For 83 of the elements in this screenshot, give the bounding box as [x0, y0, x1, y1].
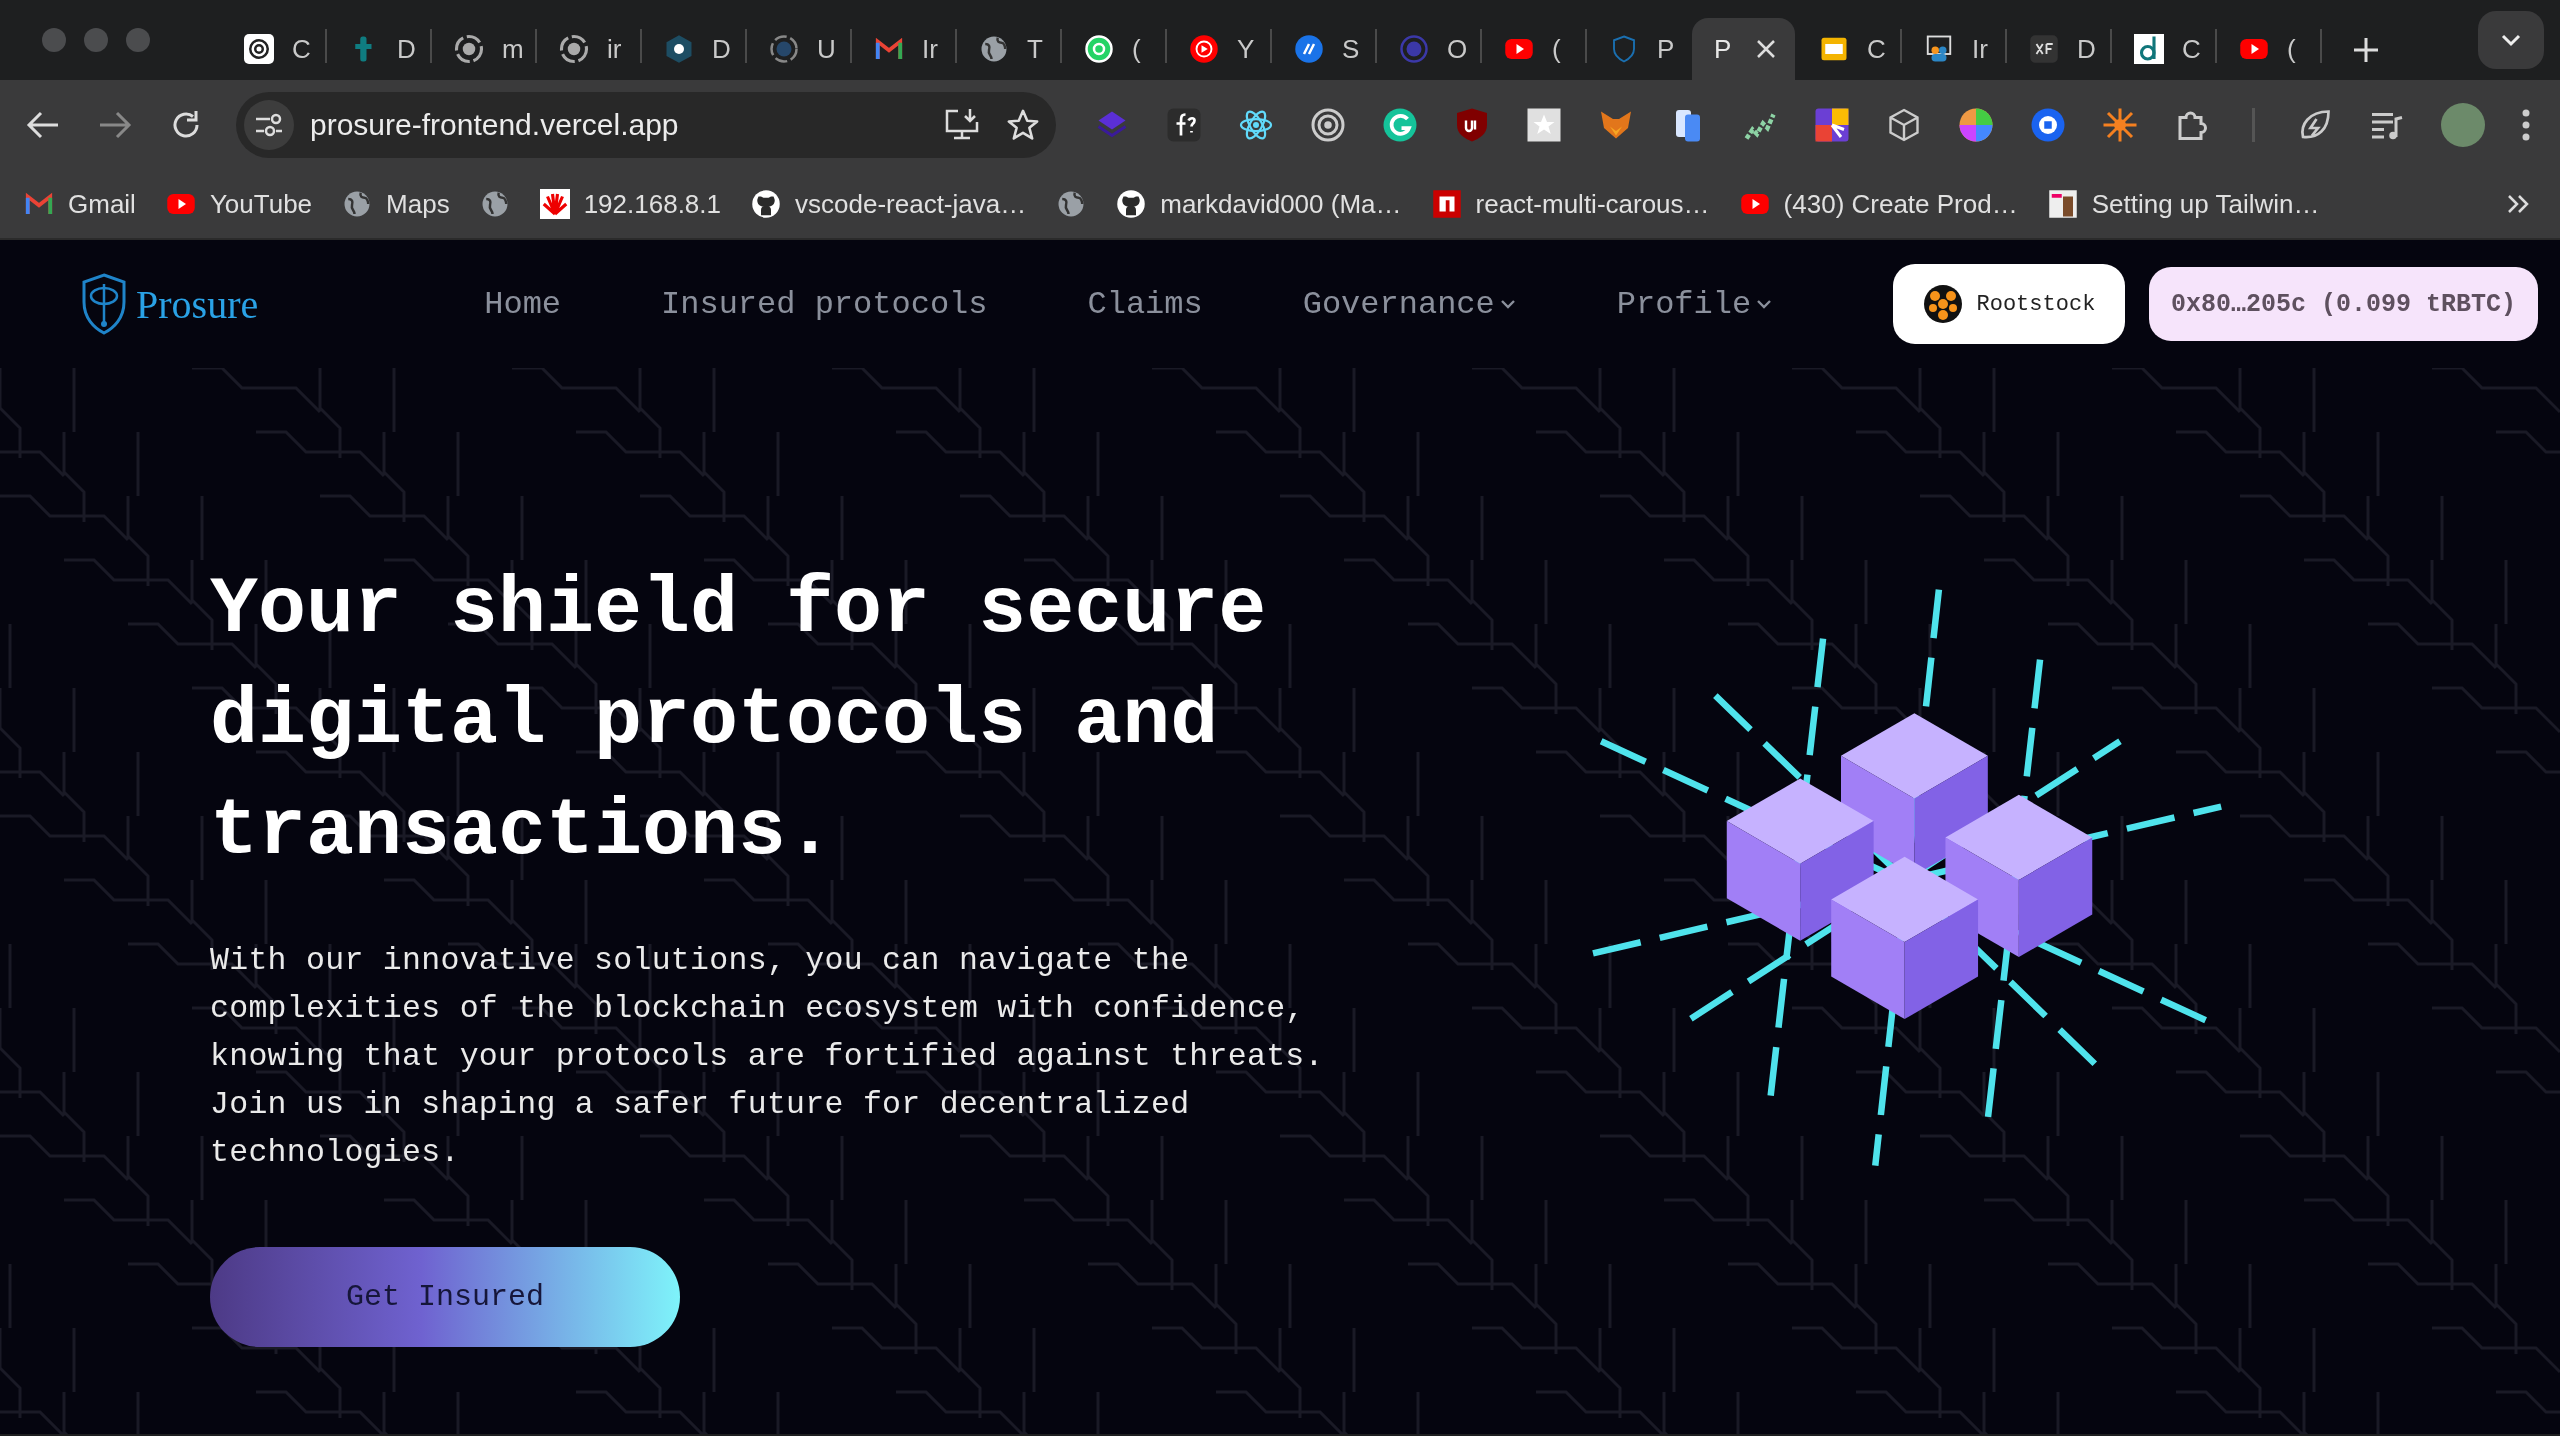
browser-tab[interactable]: C — [1797, 18, 1900, 80]
nav-link[interactable]: Profile — [1616, 285, 1774, 323]
dotted-circle-icon — [1922, 284, 1963, 324]
bookmark[interactable]: Setting up Tailwin… — [2047, 188, 2320, 220]
shield-icon[interactable] — [1454, 107, 1490, 143]
bookmark[interactable]: YouTube — [165, 188, 313, 220]
more-icon[interactable] — [2521, 108, 2531, 142]
browser-tab[interactable]: U — [747, 18, 850, 80]
wallet-button[interactable]: 0x80…205c (0.099 tRBTC) — [2148, 267, 2538, 341]
bookmark[interactable]: Maps — [342, 188, 450, 220]
browser-tab[interactable]: m — [432, 18, 535, 80]
github-icon — [454, 34, 484, 64]
nav-link[interactable]: Home — [484, 285, 562, 323]
browser-tab[interactable]: ( — [1062, 18, 1165, 80]
browser-tab[interactable]: D — [327, 18, 430, 80]
stop-circle-icon[interactable] — [2030, 107, 2066, 143]
ring-icon — [769, 34, 799, 64]
network-button[interactable]: Rootstock — [1892, 264, 2125, 344]
browser-tab[interactable]: ( — [1482, 18, 1585, 80]
install-icon[interactable] — [944, 108, 980, 142]
cube-icon[interactable] — [1886, 107, 1922, 143]
bookmark[interactable]: (430) Create Prod… — [1739, 188, 2018, 220]
starburst-icon[interactable] — [2102, 107, 2138, 143]
hero-description: With our innovative solutions, you can navigate the complexities of the blockchain ecosystem with confidence, knowing that your protocols are fortified against threats. Join us in shaping a safer future for decentralized technologies. — [210, 942, 1325, 1172]
bookmark[interactable]: react-multi-carous… — [1431, 188, 1710, 220]
shield-icon — [80, 272, 128, 336]
caret-icon — [1498, 298, 1517, 310]
target-icon[interactable] — [1310, 107, 1346, 143]
nav-link[interactable]: Governance — [1302, 285, 1517, 323]
color-wheel-icon[interactable] — [1958, 107, 1994, 143]
bookmark[interactable]: vscode-react-java… — [751, 188, 1027, 220]
browser-tab[interactable]: P — [1692, 18, 1795, 80]
function-icon[interactable] — [1166, 107, 1202, 143]
browser-tab[interactable]: Ir — [852, 18, 955, 80]
petal-logo-icon — [539, 189, 570, 219]
thumbnail-icon — [2047, 189, 2078, 219]
slash-circle-icon — [1294, 34, 1324, 64]
bookmark[interactable]: 192.168.8.1 — [539, 188, 721, 220]
flower-logo-icon — [244, 34, 274, 64]
sliders-icon[interactable] — [254, 112, 284, 138]
github-icon — [751, 189, 781, 219]
get-insured-button[interactable]: Get Insured — [210, 1247, 680, 1347]
star-icon[interactable] — [1006, 108, 1040, 142]
logo[interactable]: Prosure — [80, 272, 259, 336]
browser-tab[interactable]: O — [1377, 18, 1480, 80]
browser-tab[interactable]: Y — [1167, 18, 1270, 80]
address-bar[interactable]: prosure-frontend.vercel.app — [236, 92, 1056, 158]
browser-tab[interactable]: S — [1272, 18, 1375, 80]
caret-icon — [1755, 298, 1774, 310]
bookmark[interactable]: Gmail — [24, 188, 136, 220]
browser-tab[interactable]: C — [2112, 18, 2215, 80]
nav-link[interactable]: Claims — [1087, 285, 1203, 323]
back-icon[interactable] — [26, 110, 60, 140]
avatar[interactable] — [2441, 103, 2485, 147]
people-icon — [1924, 34, 1954, 64]
tab-search-button[interactable] — [2478, 11, 2544, 69]
square-logo-icon — [2029, 34, 2059, 64]
browser-tab[interactable]: ( — [2217, 18, 2320, 80]
github-icon — [559, 34, 589, 64]
chevron-down-icon — [2500, 33, 2522, 47]
browser-tab[interactable]: D — [2007, 18, 2110, 80]
plus-icon[interactable] — [2352, 36, 2380, 64]
browser-tab[interactable]: T — [957, 18, 1060, 80]
browser-tab[interactable]: D — [642, 18, 745, 80]
grammar-icon[interactable] — [1382, 107, 1418, 143]
browser-tab[interactable]: Ir — [1902, 18, 2005, 80]
nav-link[interactable]: Insured protocols — [661, 285, 988, 323]
hexagon-icon — [664, 34, 694, 64]
globe-icon — [979, 34, 1009, 64]
play-circle-icon — [1189, 34, 1219, 64]
github-icon — [1116, 189, 1147, 219]
chevron-double-icon[interactable] — [2506, 193, 2530, 215]
hero-heading: Your shield for secure digital protocols and transactions. — [210, 563, 1268, 879]
color-squares-icon[interactable] — [1814, 107, 1850, 143]
browser-tab[interactable]: P — [1587, 18, 1690, 80]
bookmark[interactable]: markdavid000 (Ma… — [1116, 188, 1402, 220]
ring-icon — [1399, 34, 1429, 64]
close-icon[interactable] — [1755, 38, 1778, 60]
square-logo-icon — [2134, 34, 2164, 64]
square-logo-icon — [1431, 189, 1462, 219]
forward-icon[interactable] — [98, 110, 132, 140]
browser-tab[interactable]: C — [222, 18, 325, 80]
browser-tab[interactable]: ir — [537, 18, 640, 80]
